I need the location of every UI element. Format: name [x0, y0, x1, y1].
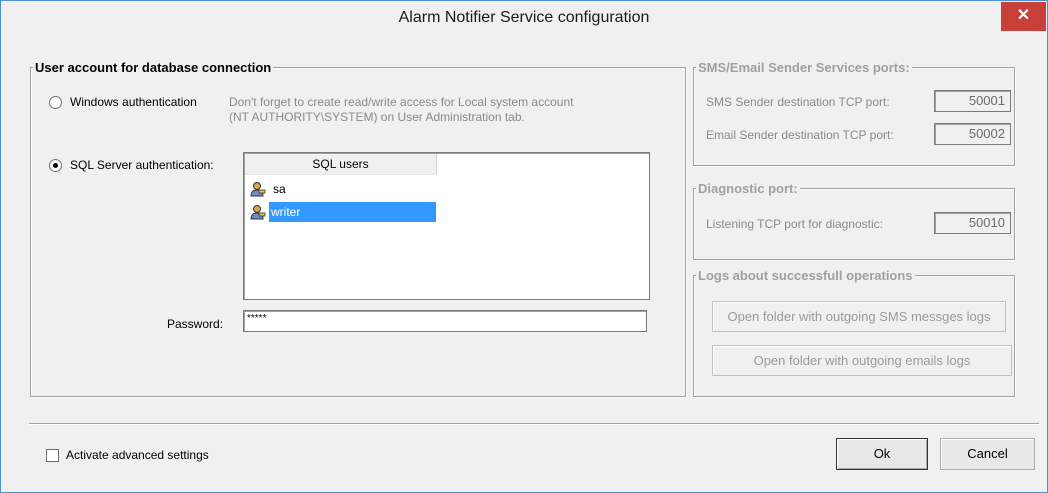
sms-port-field[interactable]: 50001: [934, 90, 1011, 112]
logs-legend: Logs about successfull operations: [696, 268, 915, 283]
diagnostic-port-legend: Diagnostic port:: [696, 181, 800, 196]
diagnostic-port-field[interactable]: 50010: [934, 212, 1011, 234]
windows-auth-radio[interactable]: [49, 96, 62, 109]
windows-auth-label[interactable]: Windows authentication: [70, 95, 197, 109]
config-window: Alarm Notifier Service configuration ✕ U…: [0, 0, 1048, 493]
list-item[interactable]: writer: [245, 202, 436, 222]
diagnostic-port-group: Diagnostic port: Listening TCP port for …: [693, 181, 1015, 260]
close-button[interactable]: ✕: [1001, 2, 1046, 31]
title-bar[interactable]: Alarm Notifier Service configuration ✕: [1, 1, 1047, 39]
sender-ports-legend: SMS/Email Sender Services ports:: [696, 60, 912, 75]
windows-auth-hint-line1: Don't forget to create read/write access…: [229, 95, 574, 109]
user-key-icon: [250, 205, 266, 220]
db-connection-legend: User account for database connection: [33, 60, 274, 75]
logs-group: Logs about successfull operations Open f…: [693, 268, 1015, 397]
password-value: *****: [247, 313, 267, 324]
cancel-button[interactable]: Cancel: [940, 438, 1035, 470]
sql-users-list[interactable]: SQL users sa writer: [243, 152, 650, 300]
email-port-label: Email Sender destination TCP port:: [706, 128, 894, 142]
close-icon: ✕: [1016, 7, 1031, 24]
password-label: Password:: [167, 317, 224, 331]
open-email-logs-button[interactable]: Open folder with outgoing emails logs: [712, 345, 1012, 376]
diagnostic-port-label: Listening TCP port for diagnostic:: [706, 217, 883, 231]
sql-users-header[interactable]: SQL users: [245, 154, 437, 175]
user-key-icon: [250, 182, 266, 197]
advanced-settings-label[interactable]: Activate advanced settings: [66, 448, 209, 462]
ok-button[interactable]: Ok: [836, 438, 928, 470]
email-port-field[interactable]: 50002: [934, 123, 1011, 145]
advanced-settings-checkbox[interactable]: [46, 449, 59, 462]
open-sms-logs-button[interactable]: Open folder with outgoing SMS messges lo…: [712, 301, 1006, 332]
windows-auth-hint-line2: (NT AUTHORITY\SYSTEM) on User Administra…: [229, 110, 525, 124]
password-field[interactable]: *****: [243, 310, 647, 332]
sender-ports-group: SMS/Email Sender Services ports: SMS Sen…: [693, 60, 1015, 166]
footer-separator: [29, 423, 1039, 425]
dialog-body: User account for database connection Win…: [8, 39, 1039, 485]
sql-user-name: writer: [269, 202, 436, 222]
sql-user-name: sa: [273, 182, 286, 196]
sql-auth-radio[interactable]: [49, 159, 62, 172]
list-item[interactable]: sa: [245, 179, 436, 199]
sql-auth-label[interactable]: SQL Server authentication:: [70, 158, 214, 172]
window-title: Alarm Notifier Service configuration: [398, 9, 650, 26]
sms-port-label: SMS Sender destination TCP port:: [706, 95, 890, 109]
